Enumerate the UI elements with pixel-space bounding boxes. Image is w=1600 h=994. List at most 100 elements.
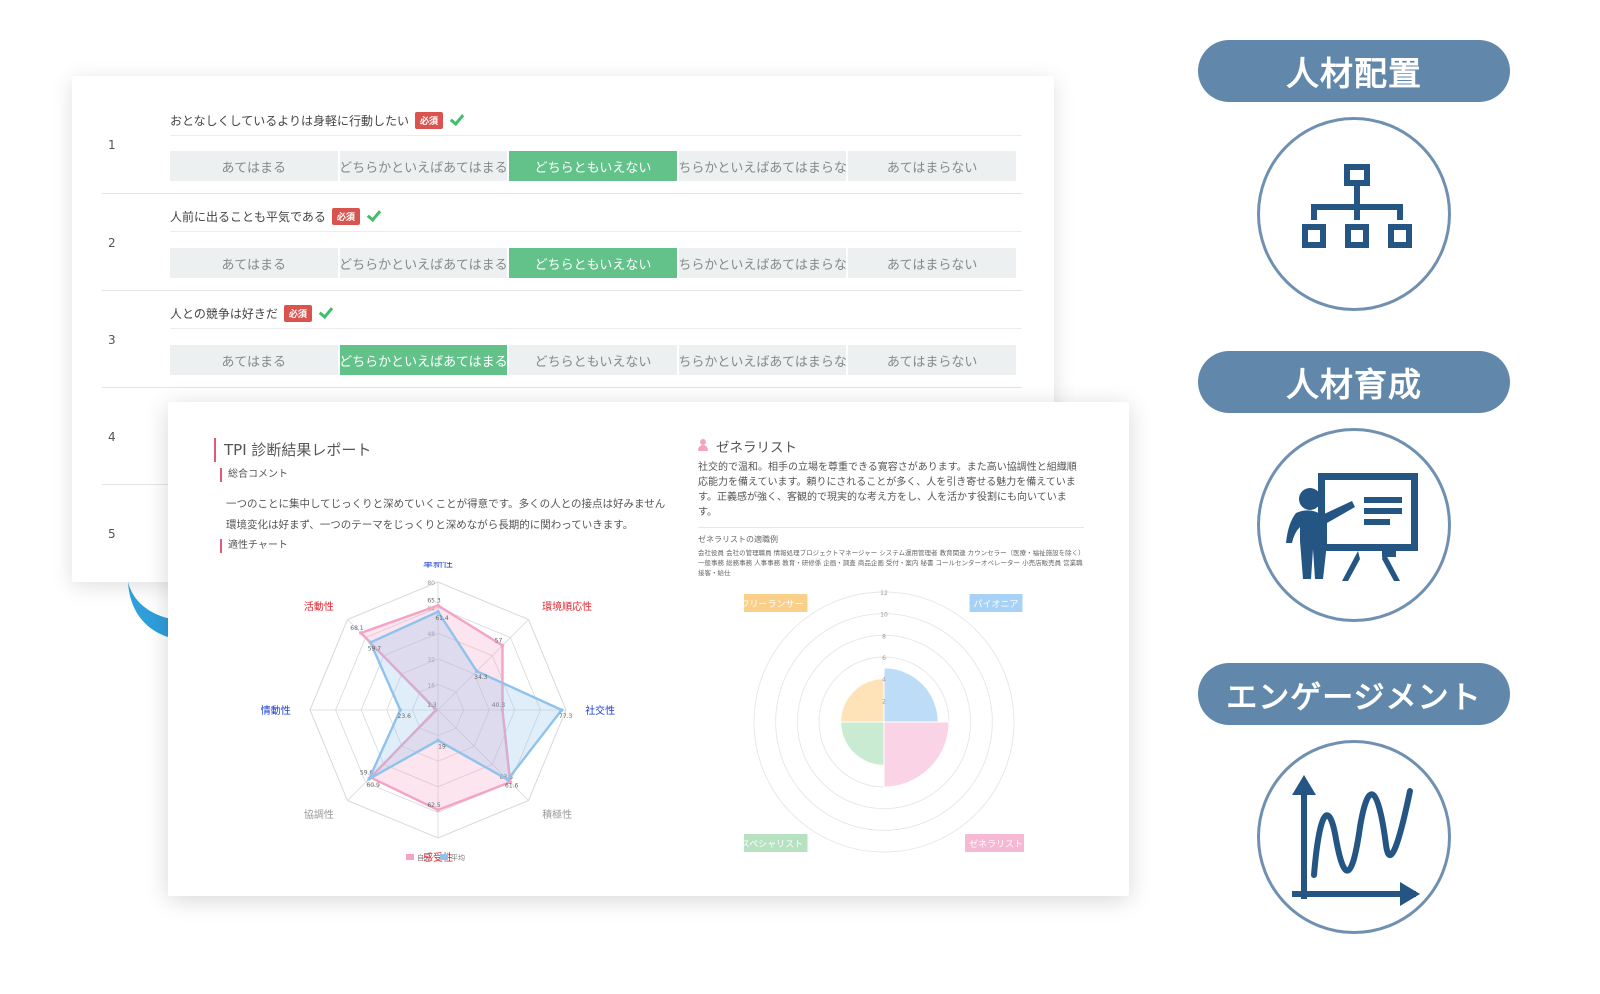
radar-point	[368, 640, 373, 645]
option-button[interactable]: どちらかといえばあてはまらない	[678, 151, 847, 181]
check-icon	[449, 110, 465, 127]
radar-data-label: 77.3	[559, 713, 573, 720]
radar-point	[436, 738, 440, 743]
polar-category-label: スペシャリスト	[744, 840, 803, 850]
radar-tick-label: 80	[427, 580, 435, 587]
legend-label: 平均	[451, 853, 465, 862]
chart-heading: 適性チャート	[220, 539, 288, 553]
option-button-selected[interactable]: どちらかといえばあてはまる	[339, 345, 508, 375]
option-button[interactable]: どちらかといえばあてはまらない	[678, 345, 847, 375]
answer-options: あてはまる どちらかといえばあてはまる どちらともいえない どちらかといえばあて…	[170, 248, 1016, 278]
legend-swatch	[440, 854, 448, 860]
polar-category-label: パイオニア	[973, 599, 1018, 610]
development-pill: 人材育成	[1198, 351, 1510, 413]
report-card: TPI 診断結果レポート 総合コメント 一つのことに集中してじっくりと深めていく…	[168, 402, 1129, 896]
radar-data-label: 68.1	[350, 625, 364, 632]
question-text: 人との競争は好きだ	[170, 307, 278, 321]
polar-tick-label: 8	[882, 633, 886, 640]
option-button[interactable]: あてはまる	[170, 345, 338, 375]
polar-slice-ゼネラリスト	[883, 721, 950, 788]
radar-point	[436, 609, 440, 614]
polar-category-label: ゼネラリスト	[969, 838, 1023, 850]
radar-data-label: 57	[495, 638, 503, 645]
engagement-circle	[1257, 740, 1451, 934]
type-description: 社交的で温和。相手の立場を尊重できる寛容さがあります。また高い協調性と組織順応能…	[698, 462, 1077, 518]
polar-slice-スペシャリスト	[840, 721, 885, 766]
polar-tick-label: 12	[880, 590, 888, 597]
radar-data-label: 62.5	[427, 802, 441, 809]
polar-tick-label: 10	[880, 612, 888, 619]
radar-data-label: 34.3	[474, 674, 488, 681]
required-badge: 必須	[331, 208, 360, 225]
line-graph-icon	[1292, 775, 1420, 906]
option-button[interactable]: あてはまる	[170, 248, 338, 278]
question-number: 3	[108, 333, 116, 347]
question-number: 1	[108, 138, 116, 152]
question-number: 5	[108, 527, 116, 541]
option-button[interactable]: どちらかといえばあてはまる	[339, 248, 508, 278]
presentation-icon	[1286, 473, 1418, 581]
required-badge: 必須	[415, 112, 444, 129]
engagement-pill: エンゲージメント	[1198, 663, 1510, 725]
polar-slice-フリーランサー	[840, 678, 885, 723]
option-button-selected[interactable]: どちらともいえない	[509, 151, 677, 181]
divider	[698, 527, 1084, 528]
answer-options: あてはまる どちらかといえばあてはまる どちらともいえない どちらかといえばあて…	[170, 151, 1016, 181]
question-header: 人前に出ることも平気である 必須	[170, 202, 1022, 232]
radar-data-label: 59.7	[368, 645, 382, 652]
radar-data-label: 23.6	[398, 713, 412, 720]
option-button-selected[interactable]: どちらともいえない	[509, 248, 677, 278]
radar-point	[367, 777, 371, 781]
radar-data-label: 60.9	[366, 782, 380, 789]
radar-axis-label: 活動性	[304, 600, 334, 613]
check-icon	[318, 303, 334, 320]
jobs-title: ゼネラリストの適職例	[698, 535, 778, 544]
legend-label: 自分	[417, 853, 431, 862]
aptitude-radar-chart: 163248648065.35740.363.862.559.61.368.16…	[261, 562, 615, 864]
development-circle	[1257, 428, 1451, 622]
question-text: 人前に出ることも平気である	[170, 210, 326, 224]
polar-tick-label: 6	[882, 655, 886, 662]
check-icon	[366, 206, 382, 223]
option-button[interactable]: あてはまらない	[848, 248, 1016, 278]
comment-line: 環境変化は好まず、一つのテーマをじっくりと深めながら長期的に関わっていきます。	[226, 519, 634, 531]
option-button[interactable]: どちらかといえばあてはまらない	[678, 248, 847, 278]
answer-options: あてはまる どちらかといえばあてはまる どちらともいえない どちらかといえばあて…	[170, 345, 1016, 375]
radar-point	[559, 708, 564, 712]
jobs-list: 会社役員 会社の管理職員 情報処理プロジェクトマネージャー システム運用管理者 …	[698, 549, 1083, 577]
polar-category-label: フリーランサー	[744, 599, 804, 610]
option-button[interactable]: どちらともいえない	[509, 345, 677, 375]
placement-circle	[1257, 117, 1451, 311]
polar-tick-label: 2	[882, 698, 886, 705]
radar-point	[505, 777, 510, 782]
type-polar-chart: 2 4 6 8 10 12 パイオニアゼネラリスト スペシャリストフリーランサー	[744, 590, 1024, 853]
type-name: ゼネラリスト	[716, 440, 797, 456]
radar-point	[475, 669, 479, 673]
question-row: 1 おとなしくしているよりは身軽に行動したい 必須 あてはまる どちらかといえば…	[102, 106, 1022, 194]
option-button[interactable]: あてはまる	[170, 151, 338, 181]
radar-axis-label: 社交性	[585, 704, 615, 717]
option-button[interactable]: どちらかといえばあてはまる	[339, 151, 508, 181]
required-badge: 必須	[283, 305, 312, 322]
radar-axis-label: 積極性	[542, 808, 572, 821]
radar-data-label: 61.6	[505, 783, 519, 790]
type-heading: ゼネラリスト	[698, 436, 797, 456]
org-chart-icon	[1302, 164, 1412, 248]
placement-pill: 人材配置	[1198, 40, 1510, 102]
radar-axis-label: 情動性	[261, 704, 291, 717]
report-title: TPI 診断結果レポート	[214, 438, 371, 462]
option-button[interactable]: あてはまらない	[848, 345, 1016, 375]
question-number: 4	[108, 430, 116, 444]
legend-swatch	[406, 854, 414, 860]
radar-point	[398, 708, 403, 712]
question-text: おとなしくしているよりは身軽に行動したい	[170, 114, 410, 128]
question-row: 2 人前に出ることも平気である 必須 あてはまる どちらかといえばあてはまる ど…	[102, 194, 1022, 291]
option-button[interactable]: あてはまらない	[848, 151, 1016, 181]
person-icon	[698, 439, 708, 451]
question-number: 2	[108, 236, 116, 250]
radar-data-label: 19	[438, 743, 446, 750]
comment-line: 一つのことに集中してじっくりと深めていくことが得意です。多くの人との接点は好みま…	[226, 498, 666, 510]
comment-text: 一つのことに集中してじっくりと深めていくことが得意です。多くの人との接点は好みま…	[226, 494, 676, 536]
radar-axis-label: 環境順応性	[542, 600, 592, 613]
question-row: 3 人との競争は好きだ 必須 あてはまる どちらかといえばあてはまる どちらとも…	[102, 291, 1022, 388]
